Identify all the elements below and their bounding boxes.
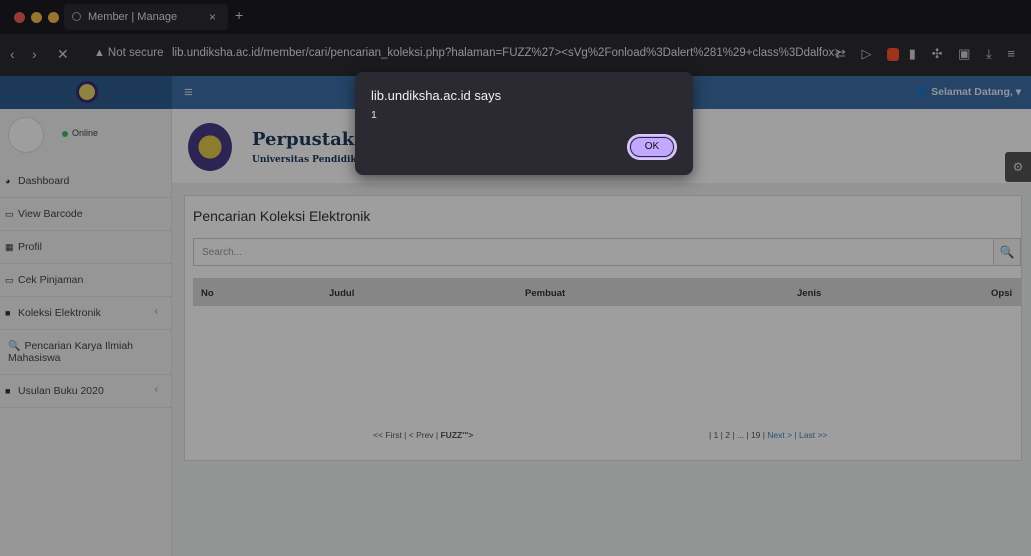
- ok-button[interactable]: OK: [627, 134, 677, 160]
- dialog-title: lib.undiksha.ac.id says: [371, 88, 502, 103]
- alert-dialog: lib.undiksha.ac.id says 1 OK: [355, 72, 693, 175]
- dialog-message: 1: [371, 109, 377, 121]
